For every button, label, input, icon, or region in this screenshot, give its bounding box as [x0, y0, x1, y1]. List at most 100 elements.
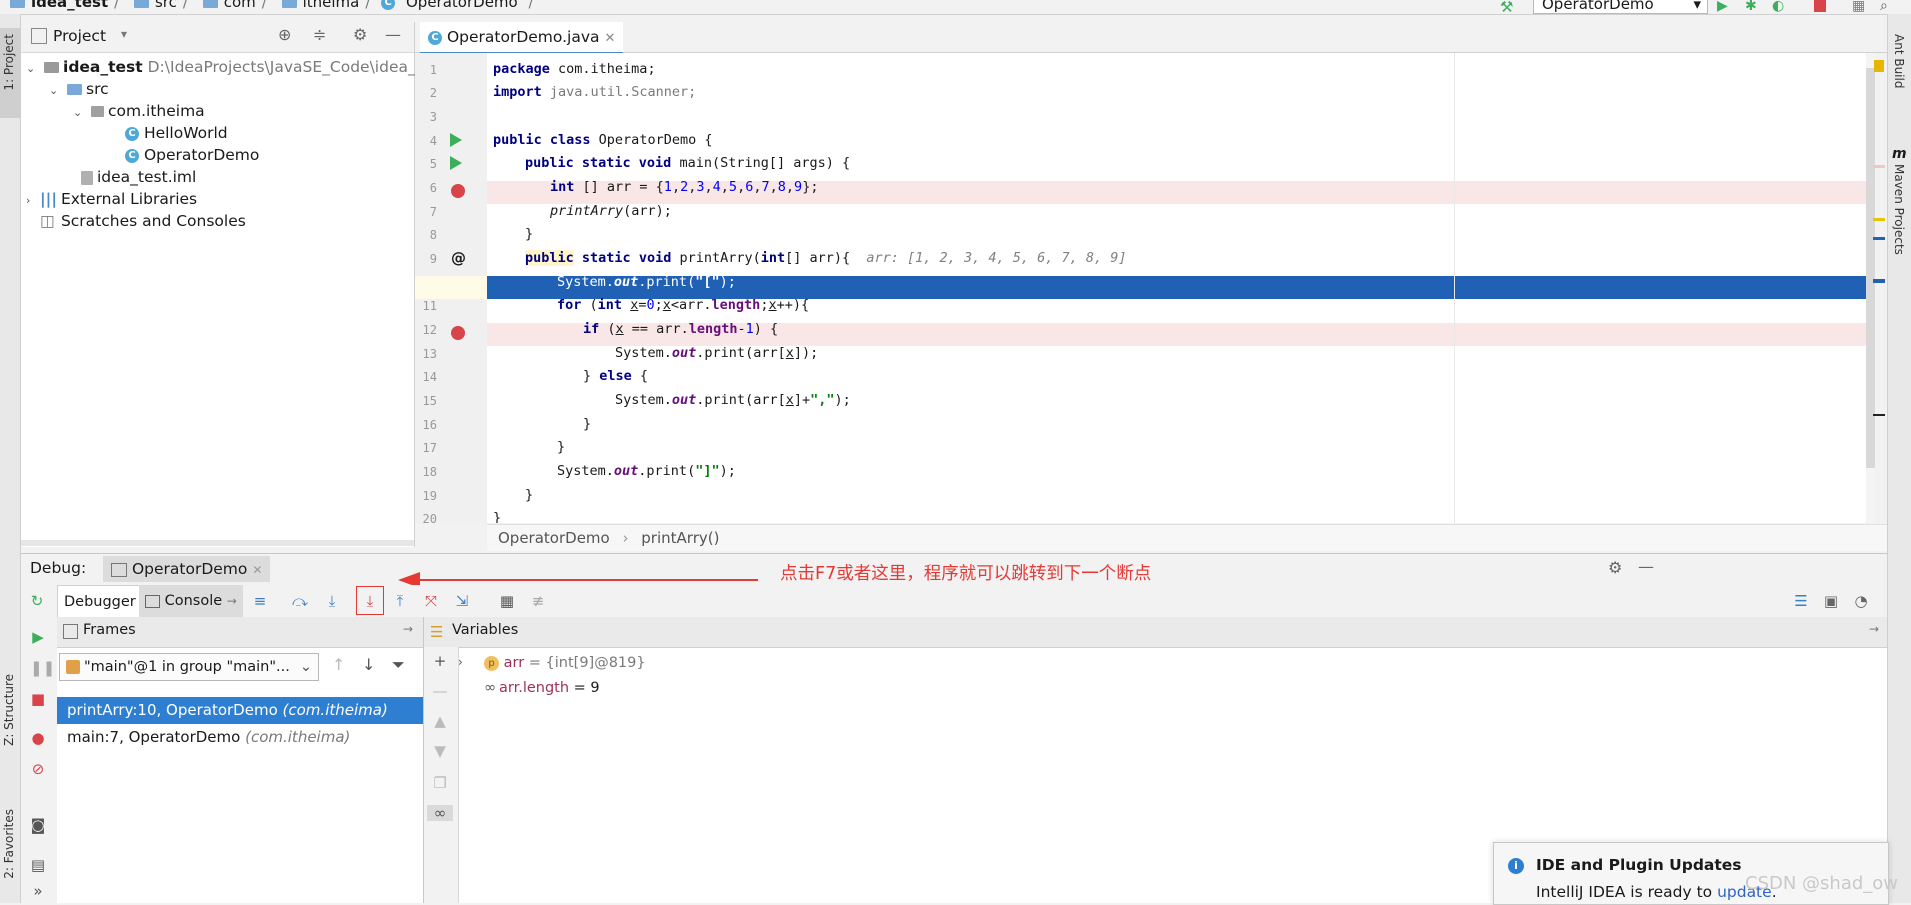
nav-class[interactable]: OperatorDemo	[406, 0, 518, 11]
tree-item-helloworld[interactable]: C HelloWorld	[125, 122, 228, 144]
code-line: int [] arr = {1,2,3,4,5,6,7,8,9};	[550, 179, 819, 195]
watches-toggle-icon[interactable]: ∞	[427, 805, 453, 821]
camera-icon[interactable]: ◙	[30, 817, 46, 833]
hide-icon[interactable]: —	[385, 25, 401, 44]
step-into-icon[interactable]: ⤓	[324, 593, 340, 609]
remove-watch-icon[interactable]: —	[432, 683, 448, 699]
maven-projects-tab[interactable]: Maven Projects	[1892, 164, 1906, 255]
build-hammer-icon[interactable]: ⚒	[1500, 0, 1514, 16]
frames-panel: Frames → "main"@1 in group "main"... ⌄ ↑…	[57, 617, 424, 903]
hide-icon[interactable]: —	[1638, 557, 1654, 576]
run-main-icon[interactable]	[450, 156, 462, 170]
evaluate-expression-icon[interactable]: ▦	[499, 593, 515, 609]
arrow-up-icon[interactable]: ↑	[332, 655, 345, 674]
tree-item-package[interactable]: ⌄ com.itheima	[73, 100, 205, 122]
line-number: 20	[422, 512, 437, 526]
add-watch-icon[interactable]: +	[432, 653, 448, 669]
close-icon[interactable]: ✕	[604, 31, 615, 46]
run-config-select[interactable]: OperatorDemo ▾	[1533, 0, 1708, 14]
mute-breakpoints-icon[interactable]: ⊘	[30, 761, 46, 777]
step-out-icon[interactable]: ⤒	[392, 593, 408, 609]
error-stripe-mark[interactable]	[1873, 165, 1885, 168]
project-view-select[interactable]: Project	[53, 27, 106, 45]
resume-icon[interactable]: ▶	[30, 629, 46, 645]
gear-icon[interactable]: ⚙	[353, 25, 367, 44]
locate-icon[interactable]: ⊕	[278, 25, 291, 44]
stop-icon[interactable]: ■	[30, 691, 46, 707]
search-icon[interactable]: ⌕	[1880, 0, 1894, 14]
stop-icon[interactable]	[1814, 0, 1826, 12]
frame-row[interactable]: main:7, OperatorDemo (com.itheima)	[57, 724, 423, 751]
tree-item-scratches[interactable]: ◫ Scratches and Consoles	[40, 210, 246, 232]
pin-icon[interactable]: →	[1869, 622, 1879, 636]
editor-gutter[interactable]: 1 2 3 4 5 6 7 8 9 10 11 12 13 14 15 16 1…	[415, 53, 487, 526]
error-stripe-mark[interactable]	[1873, 237, 1885, 240]
tree-item-external-libraries[interactable]: › ||| External Libraries	[26, 188, 197, 210]
expand-arrow-icon[interactable]: ›	[458, 655, 463, 669]
coverage-icon[interactable]: ◐	[1772, 0, 1786, 14]
step-over-icon[interactable]: ⤼	[292, 593, 308, 609]
memory-icon[interactable]: ◔	[1853, 593, 1869, 609]
pin-icon[interactable]: →	[403, 622, 413, 636]
thread-select[interactable]: "main"@1 in group "main"... ⌄	[59, 653, 319, 681]
structure-tool-tab[interactable]: Z: Structure	[2, 674, 16, 746]
tree-item-src[interactable]: ⌄ src	[49, 78, 109, 100]
drop-frame-icon[interactable]: ⤧	[423, 593, 439, 609]
trace-icon[interactable]: ≢	[530, 593, 546, 609]
run-icon[interactable]: ▶	[1717, 0, 1731, 14]
debug-session-tab[interactable]: OperatorDemo ✕	[103, 556, 271, 582]
close-icon[interactable]: ✕	[252, 563, 262, 577]
code-editor[interactable]: package com.itheima; import java.util.Sc…	[487, 53, 1875, 523]
nav-src[interactable]: src	[155, 0, 177, 11]
horizontal-scrollbar[interactable]	[21, 540, 414, 546]
crumb-class[interactable]: OperatorDemo	[498, 529, 610, 547]
frames-icon	[63, 624, 78, 639]
error-stripe-mark[interactable]	[1873, 414, 1885, 416]
move-up-icon[interactable]: ▲	[432, 713, 448, 729]
favorites-tool-tab[interactable]: 2: Favorites	[2, 809, 16, 879]
pause-icon[interactable]: ❚❚	[30, 660, 55, 676]
run-to-cursor-icon[interactable]: ⇲	[454, 593, 470, 609]
breakpoint-icon[interactable]	[451, 184, 465, 198]
tree-item-iml[interactable]: idea_test.iml	[77, 166, 196, 188]
layout-icon[interactable]: ▤	[30, 857, 46, 873]
editor-tab-operatordemo[interactable]: C OperatorDemo.java ✕	[420, 22, 624, 55]
nav-com[interactable]: com	[224, 0, 256, 11]
tab-console[interactable]: Console →	[139, 585, 243, 617]
tab-debugger[interactable]: Debugger	[57, 585, 143, 619]
arrow-down-icon[interactable]: ↓	[362, 655, 375, 674]
show-execution-point-icon[interactable]: ≡	[252, 593, 268, 609]
view-breakpoints-icon[interactable]: ●	[30, 730, 46, 746]
chevron-down-icon[interactable]: ▾	[121, 27, 127, 41]
variable-arr-length[interactable]: ∞ arr.length = 9	[484, 677, 600, 699]
copy-icon[interactable]: ❐	[432, 775, 448, 791]
error-stripe-mark[interactable]	[1873, 279, 1885, 283]
gear-icon[interactable]: ⚙	[1608, 558, 1622, 577]
collapse-all-icon[interactable]: ≑	[313, 25, 326, 44]
tree-item-root[interactable]: ⌄ idea_test D:\IdeaProjects\JavaSE_Code\i…	[26, 56, 431, 78]
restore-layout-icon[interactable]: ☰	[1793, 593, 1809, 609]
variable-arr[interactable]: p arr = {int[9]@819}	[484, 652, 646, 674]
nav-project[interactable]: idea_test	[31, 0, 108, 11]
vertical-scrollbar[interactable]	[1866, 53, 1875, 523]
settings-icon[interactable]: ▣	[1823, 593, 1839, 609]
more-icon[interactable]: »	[30, 883, 46, 899]
move-down-icon[interactable]: ▼	[432, 743, 448, 759]
crumb-method[interactable]: printArry()	[641, 529, 719, 547]
variables-header: ☰ Variables →	[424, 617, 1887, 648]
run-class-icon[interactable]	[450, 133, 462, 147]
breakpoint-icon[interactable]	[451, 326, 465, 340]
filter-icon[interactable]: ⏷	[392, 655, 405, 675]
project-structure-icon[interactable]: ▦	[1852, 0, 1866, 14]
frame-row-selected[interactable]: printArry:10, OperatorDemo (com.itheima)	[57, 697, 423, 724]
ant-build-tab[interactable]: Ant Build	[1892, 34, 1906, 88]
line-number: 13	[422, 347, 437, 361]
project-tool-tab[interactable]: 1: Project	[2, 34, 16, 91]
rerun-icon[interactable]: ↻	[29, 593, 45, 609]
nav-package[interactable]: itheima	[303, 0, 360, 11]
warning-marker[interactable]	[1874, 60, 1884, 72]
debug-icon[interactable]: ✱	[1745, 0, 1759, 14]
error-stripe-mark[interactable]	[1873, 218, 1885, 221]
force-step-into-icon[interactable]: ⤓	[362, 593, 378, 609]
tree-item-operatordemo[interactable]: C OperatorDemo	[125, 144, 259, 166]
